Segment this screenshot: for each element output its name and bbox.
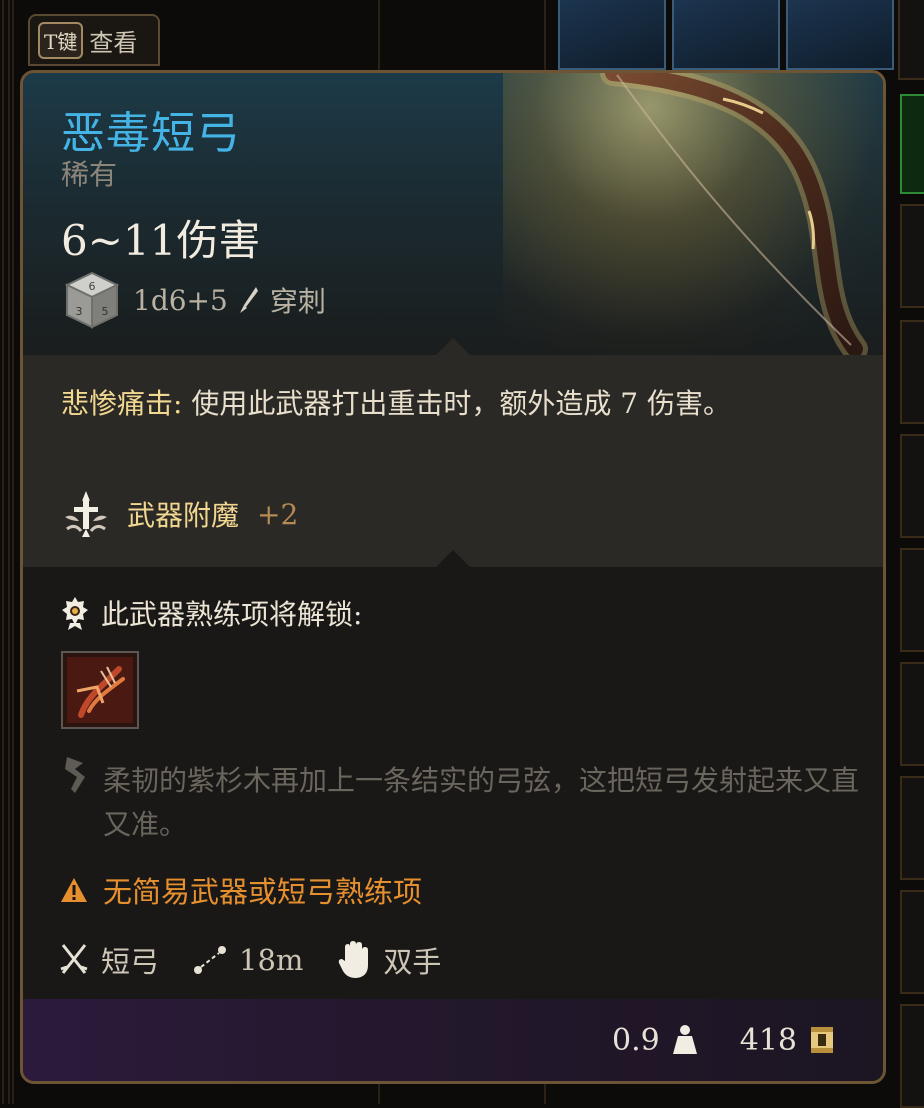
item-lore: 柔韧的紫杉木再加上一条结实的弓弦，这把短弓发射起来又直又准。 <box>103 764 860 841</box>
effects-section: 悲惨痛击: 使用此武器打出重击时，额外造成 7 伤害。 武器附魔 +2 <box>23 338 883 567</box>
proficiency-warning: 无简易武器或短弓熟练项 <box>59 869 422 911</box>
shortbow-icon <box>600 73 868 361</box>
item-damage: 6~11伤害 <box>61 216 261 265</box>
d6-dice-icon: 6 3 5 <box>64 271 120 329</box>
weight-stat: 0.9 <box>612 1023 698 1058</box>
damage-dice-row: 6 3 5 1d6+5 穿刺 <box>61 269 326 331</box>
value-stat: 418 <box>740 1023 835 1058</box>
svg-text:3: 3 <box>76 305 83 318</box>
item-name: 恶毒短弓 <box>61 108 241 159</box>
enchant-value: +2 <box>257 497 299 531</box>
inventory-slot[interactable] <box>900 94 924 194</box>
view-label: 查看 <box>89 28 138 57</box>
inventory-slot[interactable] <box>900 776 924 880</box>
enchant-label: 武器附魔 <box>127 499 240 532</box>
inventory-slot[interactable] <box>672 0 780 70</box>
lore-row: 柔韧的紫杉木再加上一条结实的弓弦，这把短弓发射起来又直又准。 <box>61 755 863 847</box>
unlock-label: 此武器熟练项将解锁: <box>101 598 363 631</box>
weapon-range: 18m <box>239 943 304 977</box>
inventory-slot[interactable] <box>900 662 924 766</box>
range-icon <box>194 946 227 974</box>
weapon-action-slot[interactable] <box>61 651 139 729</box>
damage-dice: 1d6+5 <box>133 283 228 317</box>
range-prop: 18m <box>193 943 303 977</box>
details-section: 此武器熟练项将解锁: 柔韧的紫杉木再加上一条结实的弓弦，这把短弓发射起来又直又准… <box>23 550 883 1007</box>
item-value: 418 <box>739 1022 797 1058</box>
weapon-properties: 短弓 18m 双手 <box>59 939 475 981</box>
item-weight: 0.9 <box>612 1022 660 1058</box>
tooltip-footer: 0.9 418 <box>23 999 883 1081</box>
passive-effect: 悲惨痛击: 使用此武器打出重击时，额外造成 7 伤害。 <box>61 381 761 427</box>
weapon-type: 短弓 <box>101 945 160 979</box>
keybind-t: T键 <box>38 21 84 59</box>
damage-type: 穿刺 <box>269 285 326 318</box>
weight-icon <box>672 1025 697 1054</box>
view-hint[interactable]: T键 查看 <box>28 14 160 66</box>
handedness-prop: 双手 <box>337 939 441 981</box>
lore-quill-icon <box>65 757 85 793</box>
piercing-icon <box>239 287 258 313</box>
inventory-slot[interactable] <box>558 0 666 70</box>
enchantment-row: 武器附魔 +2 <box>59 487 298 541</box>
inventory-slot[interactable] <box>900 548 924 652</box>
inventory-slot[interactable] <box>900 204 924 308</box>
item-rarity: 稀有 <box>61 158 118 191</box>
inventory-slot[interactable] <box>786 0 894 70</box>
inventory-slot[interactable] <box>900 890 924 994</box>
inventory-slot[interactable] <box>900 1004 924 1108</box>
unlock-badge-icon <box>62 597 88 630</box>
weapon-type-prop: 短弓 <box>59 939 159 981</box>
item-tooltip: 恶毒短弓 稀有 6~11伤害 6 3 5 1d6+5 穿刺 悲惨痛击: 使用此武… <box>20 70 886 1084</box>
hand-icon <box>339 941 369 978</box>
svg-text:6: 6 <box>89 280 96 293</box>
weapon-enchant-icon <box>65 491 107 537</box>
gold-coin-icon <box>811 1027 833 1053</box>
warning-text: 无简易武器或短弓熟练项 <box>103 875 423 909</box>
handedness: 双手 <box>383 945 442 979</box>
passive-name: 悲惨痛击: <box>61 387 183 420</box>
warning-icon <box>61 878 87 902</box>
inventory-slot[interactable] <box>900 320 924 424</box>
inventory-slot[interactable] <box>898 0 924 80</box>
proficiency-unlock-row: 此武器熟练项将解锁: <box>61 593 362 633</box>
passive-description: 使用此武器打出重击时，额外造成 7 伤害。 <box>182 387 731 420</box>
tooltip-header: 恶毒短弓 稀有 6~11伤害 6 3 5 1d6+5 穿刺 <box>23 73 883 373</box>
crossed-swords-icon <box>60 944 88 974</box>
svg-text:5: 5 <box>102 305 109 318</box>
tendon-cut-action-icon <box>67 657 133 723</box>
inventory-slot[interactable] <box>900 434 924 538</box>
